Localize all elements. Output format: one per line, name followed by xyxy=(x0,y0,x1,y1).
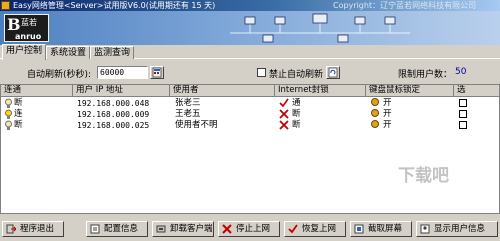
user-control-panel: 自动刷新(秒秒): 60000 禁止自动刷新 限制用户数： 50 连通 用户 I… xyxy=(0,59,500,241)
row-user: 王老五 xyxy=(175,109,201,119)
bulb-off-icon xyxy=(5,98,12,108)
lock-icon xyxy=(371,109,379,120)
disable-refresh-checkbox[interactable] xyxy=(257,68,266,77)
banner: B 蓝若 anruo xyxy=(0,11,500,45)
screenshot-icon xyxy=(354,224,364,234)
row-ip: 192.168.000.009 xyxy=(77,110,150,119)
uninstall-client-button-label: 卸载客户端 xyxy=(170,224,213,234)
tab-user-control[interactable]: 用户控制 xyxy=(2,44,46,60)
bottom-toolbar: 程序退出 配置信息 卸载客户端 停止上网 恢复上网 截取屏幕 显示用户信息 xyxy=(0,219,500,241)
uninstall-icon xyxy=(156,225,166,233)
row-ip: 192.168.000.025 xyxy=(77,121,150,130)
row-internet: 断 xyxy=(292,109,301,119)
window-title: Easy网络管理<Server>试用版V6.0(试用期还有 15 天) xyxy=(13,1,216,10)
screenshot-button[interactable]: 截取屏幕 xyxy=(350,221,412,237)
row-internet: 断 xyxy=(292,120,301,130)
config-info-button-label: 配置信息 xyxy=(104,224,139,234)
header-user[interactable]: 使用者 xyxy=(170,85,275,97)
title-bar: Easy网络管理<Server>试用版V6.0(试用期还有 15 天) Copy… xyxy=(0,0,500,11)
lock-icon xyxy=(371,98,379,109)
row-internet: 通 xyxy=(292,98,301,108)
restore-internet-button[interactable]: 恢复上网 xyxy=(284,221,346,237)
stop-icon xyxy=(222,224,232,234)
config-info-button[interactable]: 配置信息 xyxy=(86,221,148,237)
show-user-info-button[interactable]: 显示用户信息 xyxy=(416,221,498,237)
row-keyboard: 开 xyxy=(383,120,392,130)
disable-refresh-label: 禁止自动刷新 xyxy=(269,70,324,80)
exit-button[interactable]: 程序退出 xyxy=(2,221,64,237)
table-header: 连通 用户 IP 地址 使用者 Internet封锁 键盘鼠标锁定 选 xyxy=(1,85,499,97)
stop-internet-button-label: 停止上网 xyxy=(236,224,271,234)
exit-icon xyxy=(6,224,16,234)
exit-button-label: 程序退出 xyxy=(20,224,55,234)
tab-monitor-query[interactable]: 监测查询 xyxy=(90,46,134,59)
user-limit-label: 限制用户数： xyxy=(398,70,453,80)
tab-bar: 用户控制 系统设置 监测查询 xyxy=(0,44,500,60)
refresh-icon xyxy=(328,67,338,78)
bulb-off-icon xyxy=(5,120,12,130)
row-status: 连 xyxy=(14,109,23,119)
watermark-text: 下载吧 xyxy=(398,166,449,186)
refresh-apply-button[interactable] xyxy=(150,66,164,79)
app-icon xyxy=(1,1,10,10)
header-internet[interactable]: Internet封锁 xyxy=(275,85,366,97)
logo-en-text: anruo xyxy=(15,32,42,41)
row-select-checkbox[interactable] xyxy=(459,110,467,118)
user-limit-value: 50 xyxy=(455,67,467,77)
check-icon xyxy=(288,224,298,234)
logo-cn-text: 蓝若 xyxy=(21,18,37,27)
show-user-info-button-label: 显示用户信息 xyxy=(434,224,486,234)
row-keyboard: 开 xyxy=(383,98,392,108)
row-user: 张老三 xyxy=(175,98,201,108)
row-keyboard: 开 xyxy=(383,109,392,119)
header-select[interactable]: 选 xyxy=(454,85,499,97)
user-info-icon xyxy=(420,224,430,234)
refresh-interval-label: 自动刷新(秒秒): xyxy=(27,70,92,80)
config-icon xyxy=(90,224,100,234)
tab-system-settings[interactable]: 系统设置 xyxy=(46,46,90,59)
stop-internet-button[interactable]: 停止上网 xyxy=(218,221,280,237)
restore-internet-button-label: 恢复上网 xyxy=(302,224,337,234)
row-select-checkbox[interactable] xyxy=(459,99,467,107)
table-row[interactable]: 断 192.168.000.048 张老三 通 开 xyxy=(1,98,499,109)
header-ip[interactable]: 用户 IP 地址 xyxy=(73,85,170,97)
table-row[interactable]: 断 192.168.000.025 使用者不明 断 开 xyxy=(1,120,499,131)
calculator-icon xyxy=(152,67,162,78)
refresh-now-button[interactable] xyxy=(326,66,340,79)
cross-icon xyxy=(279,109,289,119)
network-diagram-icon xyxy=(230,13,410,43)
row-status: 断 xyxy=(14,98,23,108)
header-keyboard[interactable]: 键盘鼠标锁定 xyxy=(366,85,454,97)
screenshot-button-label: 截取屏幕 xyxy=(368,224,403,234)
table-row[interactable]: 连 192.168.000.009 王老五 断 开 xyxy=(1,109,499,120)
cross-icon xyxy=(279,120,289,130)
user-table: 连通 用户 IP 地址 使用者 Internet封锁 键盘鼠标锁定 选 断 19… xyxy=(0,84,500,214)
bulb-on-icon xyxy=(5,109,12,119)
header-status[interactable]: 连通 xyxy=(1,85,73,97)
lock-icon xyxy=(371,120,379,131)
row-ip: 192.168.000.048 xyxy=(77,99,150,108)
copyright-text: Copyright：辽宁蓝若网络科技有限公司 xyxy=(333,1,477,10)
row-status: 断 xyxy=(14,120,23,130)
row-select-checkbox[interactable] xyxy=(459,121,467,129)
brand-logo: B 蓝若 anruo xyxy=(4,14,49,42)
uninstall-client-button[interactable]: 卸载客户端 xyxy=(152,221,214,237)
check-icon xyxy=(279,98,289,108)
refresh-interval-input[interactable]: 60000 xyxy=(97,66,148,79)
row-user: 使用者不明 xyxy=(175,120,218,130)
